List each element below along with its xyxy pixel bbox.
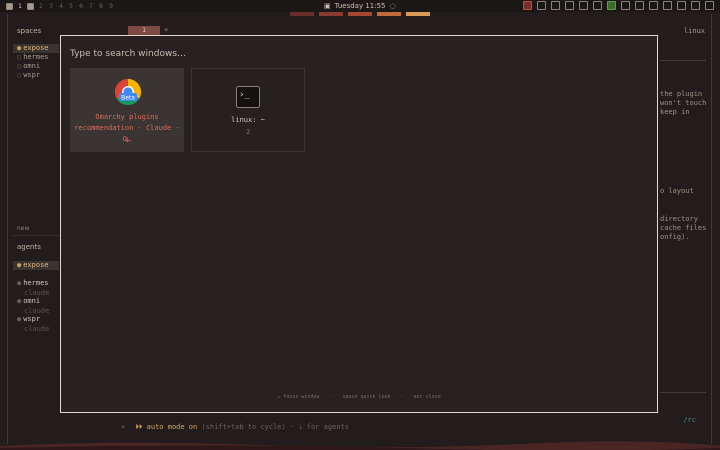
- space-item-hermes[interactable]: ○ hermes: [13, 53, 59, 62]
- workspace-9[interactable]: 9: [108, 3, 114, 10]
- workspace-1[interactable]: 1: [17, 3, 23, 10]
- window-switcher-overlay: Type to search windows… Beta Omarchy plu…: [60, 35, 658, 413]
- window-title: Omarchy plugins: [95, 113, 159, 121]
- dropbox-icon[interactable]: [551, 1, 560, 10]
- window-index: 1: [125, 137, 129, 144]
- hint-close: esc close: [413, 394, 441, 400]
- agent-label: omni: [23, 297, 41, 305]
- workspace-4[interactable]: 4: [58, 3, 64, 10]
- agent-label: hermes: [23, 279, 49, 287]
- chrome-beta-icon: Beta: [114, 78, 142, 106]
- window-index: 2: [246, 129, 250, 136]
- accent-stripe: [319, 12, 343, 16]
- accent-stripes: [290, 12, 435, 16]
- terminal-text: /rc: [683, 416, 696, 424]
- volume-icon[interactable]: [677, 1, 686, 10]
- display-icon[interactable]: [565, 1, 574, 10]
- search-input[interactable]: Type to search windows…: [70, 49, 186, 59]
- new-tab-button[interactable]: +: [164, 26, 168, 34]
- sync-icon[interactable]: [607, 1, 616, 10]
- hint-separator: ·: [329, 394, 333, 400]
- active-workspace-icon: [27, 2, 34, 10]
- layout-icon: [6, 2, 13, 10]
- agent-item-omni[interactable]: ● omni: [13, 297, 59, 306]
- auto-mode-indicator: ⏵⏵ auto mode on: [135, 423, 198, 431]
- agent-model: claude: [24, 289, 50, 297]
- space-item-omni[interactable]: ○ omni: [13, 62, 59, 71]
- top-bar: 1 2 3 4 5 6 7 8 9 ▣ Tuesday 11:55 ◌: [0, 0, 720, 12]
- prompt-icon: »: [121, 423, 126, 431]
- terminal-text: directory: [660, 215, 698, 223]
- agent-model: claude: [24, 307, 50, 315]
- clock[interactable]: ▣ Tuesday 11:55 ◌: [324, 0, 396, 12]
- clipboard-icon[interactable]: [621, 1, 630, 10]
- space-label: wspr: [23, 71, 41, 79]
- space-item-wspr[interactable]: ○ wspr: [13, 71, 59, 80]
- terminal-text: onfig).: [660, 233, 690, 241]
- window-card-chrome[interactable]: Beta Omarchy plugins recommendation - Cl…: [70, 68, 184, 152]
- terminal-text: keep in: [660, 108, 690, 116]
- workspace-switcher: 1 2 3 4 5 6 7 8 9: [6, 0, 114, 12]
- terminal-text: the plugin: [660, 90, 703, 98]
- notification-icon[interactable]: [649, 1, 658, 10]
- power-icon[interactable]: [705, 1, 714, 10]
- settings-icon[interactable]: [593, 1, 602, 10]
- agents-heading: agents: [17, 243, 41, 251]
- workspace-8[interactable]: 8: [98, 3, 104, 10]
- accent-stripe: [348, 12, 372, 16]
- terminal-icon: ›_: [236, 86, 260, 108]
- accent-stripe: [377, 12, 401, 16]
- window-title: linux: ~: [231, 116, 265, 124]
- update-icon[interactable]: [635, 1, 644, 10]
- new-space-button[interactable]: new: [17, 225, 29, 232]
- hint-separator: ·: [400, 394, 404, 400]
- weather-icon: ◌: [389, 2, 396, 10]
- clock-text: Tuesday 11:55: [334, 2, 386, 10]
- agent-model: claude: [24, 325, 50, 333]
- agent-label: expose: [23, 261, 49, 269]
- space-label: omni: [23, 62, 41, 70]
- calendar-icon: ▣: [324, 2, 331, 10]
- workspace-6[interactable]: 6: [78, 3, 84, 10]
- agent-item-expose[interactable]: ● expose: [13, 261, 59, 270]
- hint-focus: ↵ focus window: [277, 394, 320, 400]
- agent-item-hermes[interactable]: ● hermes: [13, 279, 59, 288]
- pane-title: linux: [683, 27, 705, 35]
- beta-badge: Beta: [121, 95, 135, 102]
- accent-stripe: [406, 12, 430, 16]
- recording-icon[interactable]: [523, 1, 532, 10]
- system-tray: [523, 1, 714, 10]
- battery-icon[interactable]: [691, 1, 700, 10]
- wifi-icon[interactable]: [663, 1, 672, 10]
- agent-item-wspr[interactable]: ● wspr: [13, 315, 59, 324]
- space-label: expose: [23, 44, 49, 52]
- divider: [660, 60, 706, 61]
- svg-text:›_: ›_: [239, 90, 250, 100]
- hint-quick-look: space quick look: [342, 394, 391, 400]
- space-label: hermes: [23, 53, 49, 61]
- divider: [13, 235, 59, 236]
- workspace-2[interactable]: 2: [38, 3, 44, 10]
- workspace-5[interactable]: 5: [68, 3, 74, 10]
- spaces-heading: spaces: [17, 27, 42, 35]
- prompt-hint: (shift+tab to cycle) · ↓ for agents: [201, 423, 349, 431]
- agent-prompt-status[interactable]: » ⏵⏵ auto mode on (shift+tab to cycle) ·…: [121, 423, 349, 432]
- space-item-expose[interactable]: ● expose: [13, 44, 59, 53]
- accent-stripe: [290, 12, 314, 16]
- window-card-terminal[interactable]: ›_ linux: ~ 2: [191, 68, 305, 152]
- agent-label: wspr: [23, 315, 41, 323]
- keyboard-hints: ↵ focus window · space quick look · esc …: [61, 394, 657, 400]
- decorative-wave: [0, 441, 720, 450]
- window-border-left: [7, 14, 8, 444]
- window-border-right: [711, 14, 712, 444]
- terminal-text: cache files: [660, 224, 707, 232]
- terminal-text: o layout: [660, 187, 694, 195]
- git-icon[interactable]: [579, 1, 588, 10]
- divider: [660, 392, 706, 393]
- workspace-3[interactable]: 3: [48, 3, 54, 10]
- terminal-text: won't touch: [660, 99, 707, 107]
- workspace-7[interactable]: 7: [88, 3, 94, 10]
- bluetooth-icon[interactable]: [537, 1, 546, 10]
